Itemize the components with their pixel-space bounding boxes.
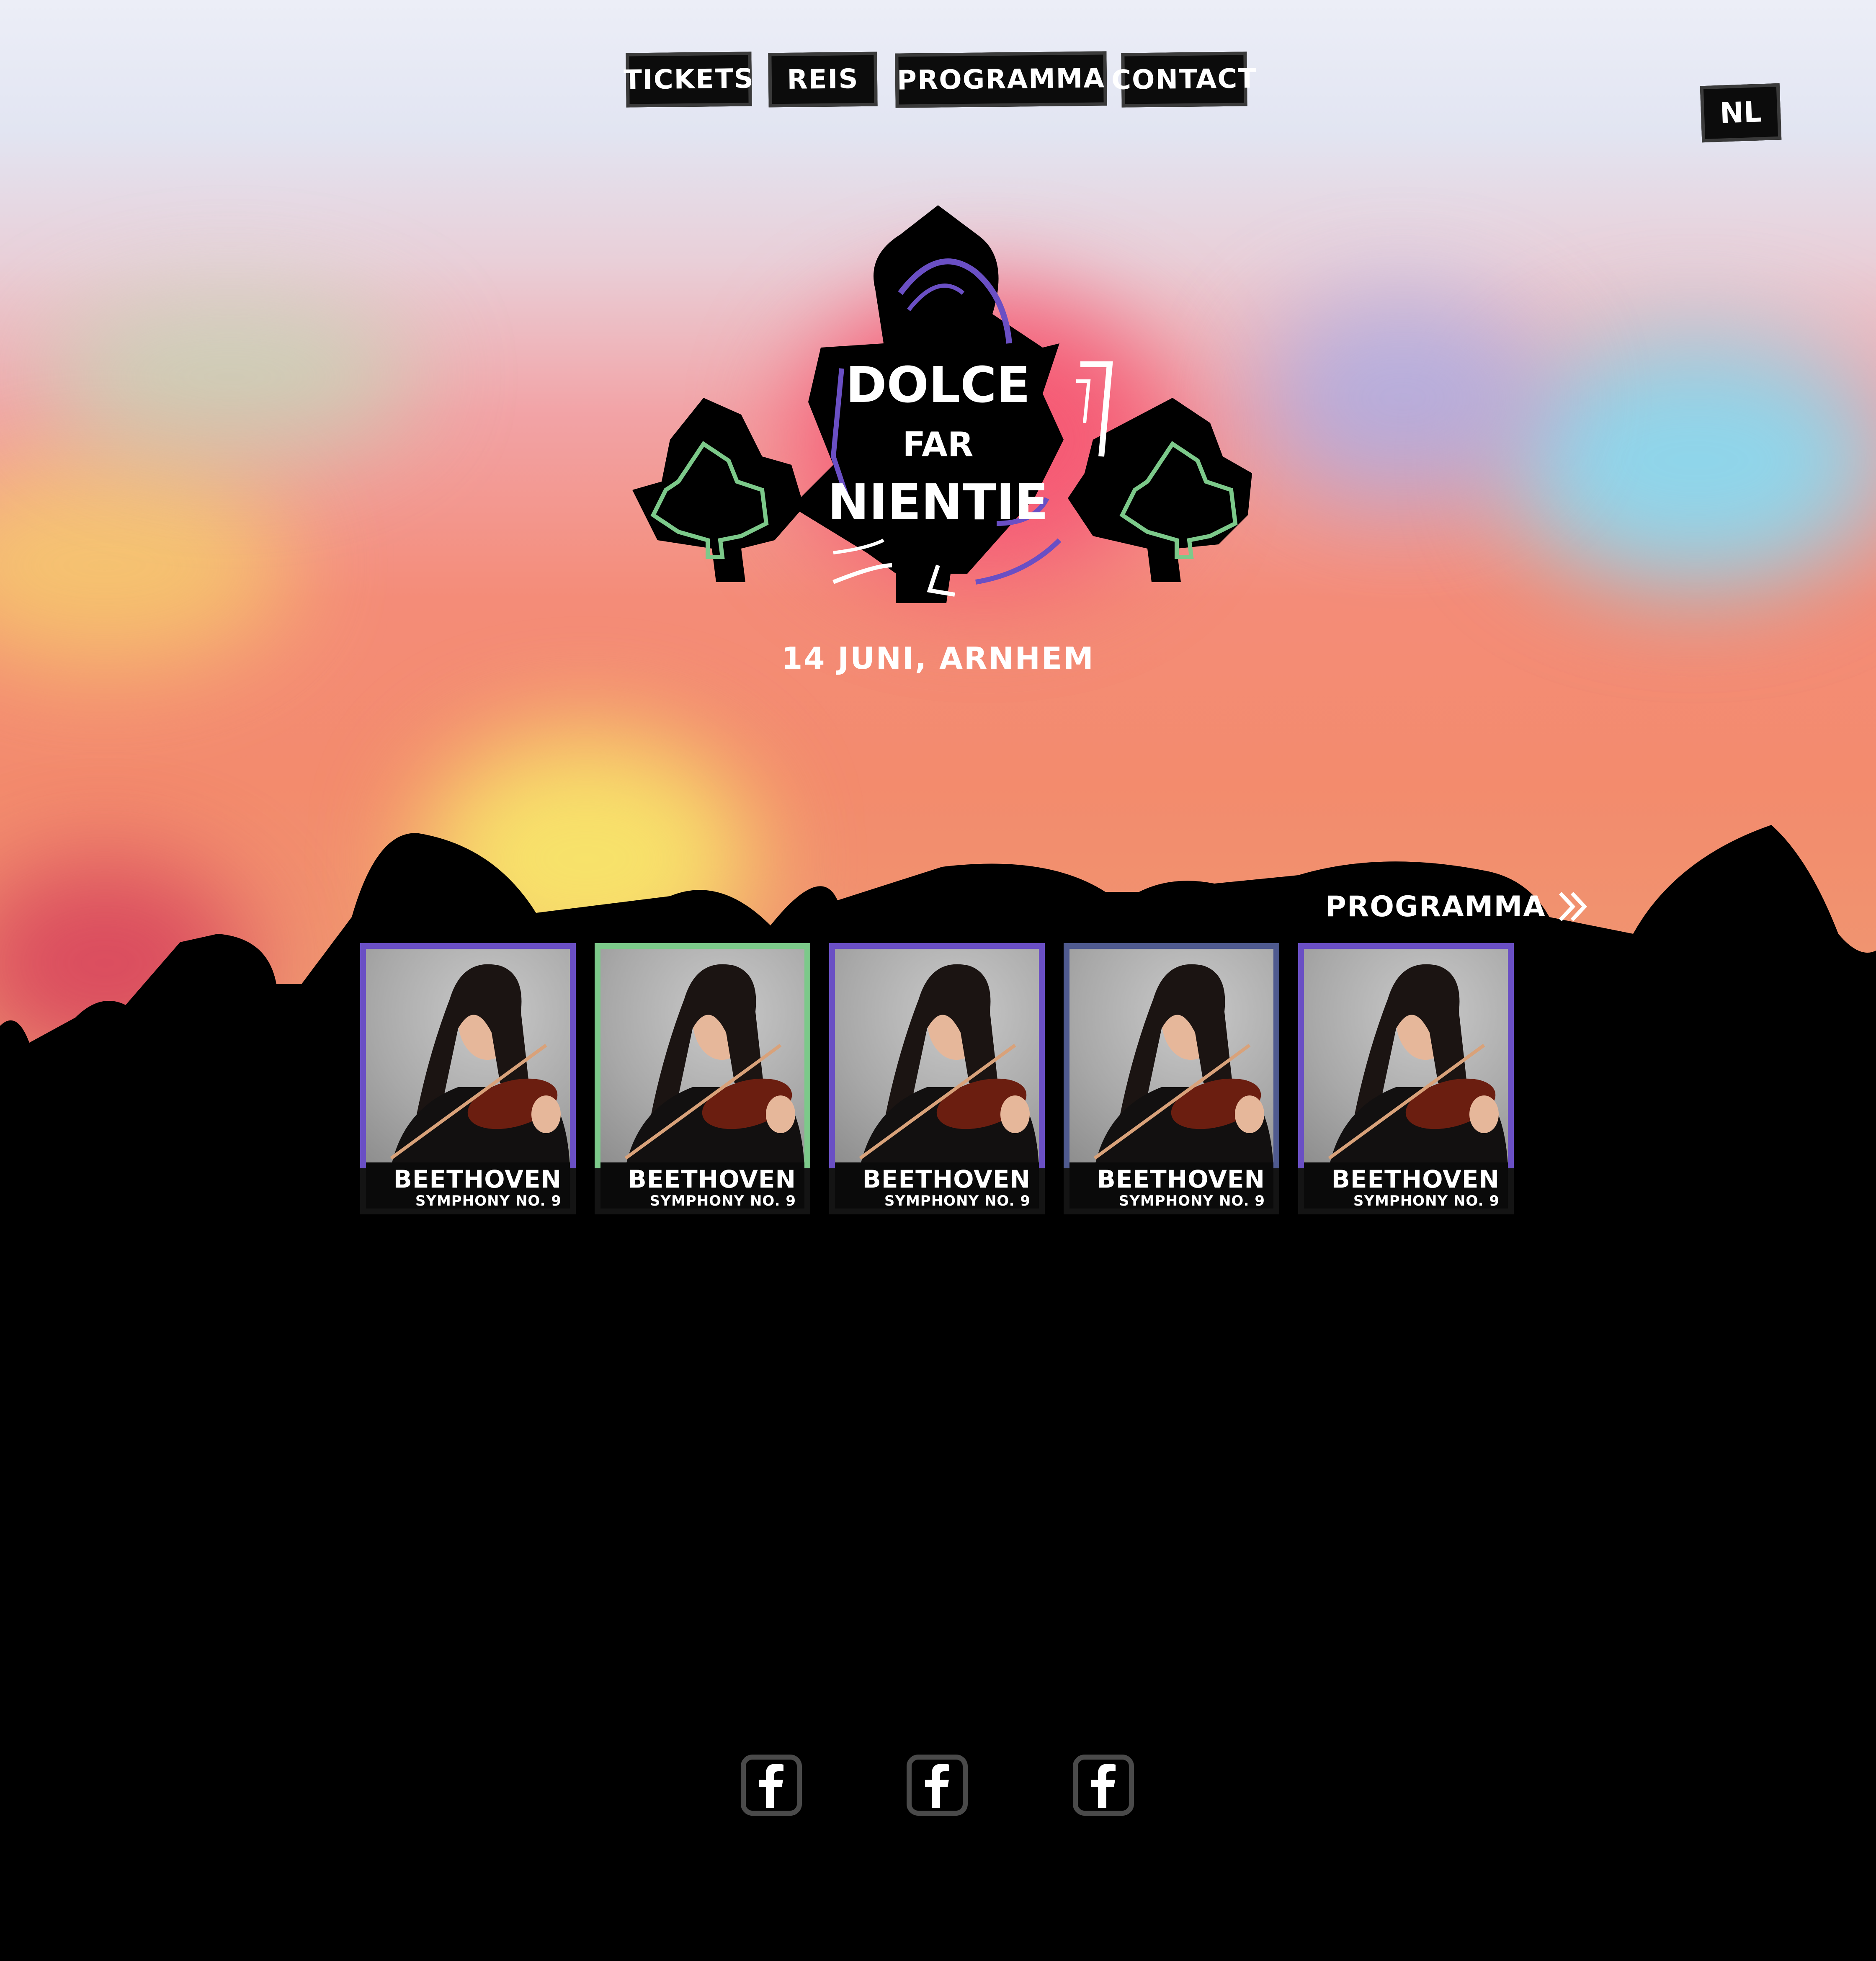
programma-link[interactable]: PROGRAMMA bbox=[1325, 884, 1590, 930]
festival-logo: DOLCE FAR NIENTIE bbox=[607, 205, 1269, 641]
program-card[interactable]: BEETHOVEN SYMPHONY NO. 9 bbox=[1064, 943, 1279, 1214]
card-title: BEETHOVEN bbox=[862, 1165, 1031, 1193]
violinist-photo bbox=[835, 949, 1039, 1162]
bg-blob bbox=[1256, 293, 1549, 502]
card-title: BEETHOVEN bbox=[393, 1165, 562, 1193]
main-nav: TICKETS REIS PROGRAMMA CONTACT bbox=[0, 51, 1876, 109]
logo-text-line2: FAR bbox=[902, 425, 974, 464]
nav-reis-button[interactable]: REIS bbox=[768, 52, 878, 108]
program-card[interactable]: BEETHOVEN SYMPHONY NO. 9 bbox=[360, 943, 576, 1214]
card-title: BEETHOVEN bbox=[628, 1165, 796, 1193]
bg-blob bbox=[1508, 335, 1876, 586]
nav-tickets-button[interactable]: TICKETS bbox=[624, 52, 754, 108]
facebook-icon bbox=[907, 1755, 968, 1816]
program-card[interactable]: BEETHOVEN SYMPHONY NO. 9 bbox=[829, 943, 1045, 1214]
card-subtitle: SYMPHONY NO. 9 bbox=[415, 1193, 562, 1209]
nav-programma-button[interactable]: PROGRAMMA bbox=[895, 51, 1107, 108]
card-subtitle: SYMPHONY NO. 9 bbox=[1118, 1193, 1265, 1209]
facebook-link-3[interactable] bbox=[1072, 1754, 1135, 1817]
facebook-link-1[interactable] bbox=[740, 1754, 803, 1817]
violinist-photo bbox=[600, 949, 804, 1162]
card-subtitle: SYMPHONY NO. 9 bbox=[1353, 1193, 1500, 1209]
card-subtitle: SYMPHONY NO. 9 bbox=[649, 1193, 796, 1209]
double-chevron-right-icon bbox=[1559, 892, 1587, 922]
card-title: BEETHOVEN bbox=[1331, 1165, 1500, 1193]
facebook-link-2[interactable] bbox=[906, 1754, 969, 1817]
logo-text-line3: NIENTIE bbox=[827, 473, 1049, 531]
facebook-icon bbox=[1073, 1755, 1134, 1816]
violinist-photo bbox=[366, 949, 570, 1162]
program-card[interactable]: BEETHOVEN SYMPHONY NO. 9 bbox=[595, 943, 810, 1214]
leaf-logo-icon bbox=[632, 205, 1252, 603]
violinist-photo bbox=[1304, 949, 1508, 1162]
event-date-location: 14 JUNI, ARNHEM bbox=[781, 641, 1095, 676]
facebook-icon bbox=[741, 1755, 802, 1816]
card-subtitle: SYMPHONY NO. 9 bbox=[884, 1193, 1031, 1209]
card-title: BEETHOVEN bbox=[1097, 1165, 1265, 1193]
nav-contact-button[interactable]: CONTACT bbox=[1111, 52, 1257, 108]
programma-link-label: PROGRAMMA bbox=[1325, 890, 1546, 923]
bg-blob bbox=[42, 293, 419, 461]
language-switch-button[interactable]: NL bbox=[1700, 83, 1782, 143]
violinist-photo bbox=[1069, 949, 1273, 1162]
program-card[interactable]: BEETHOVEN SYMPHONY NO. 9 bbox=[1298, 943, 1514, 1214]
bg-blob bbox=[0, 461, 293, 670]
logo-text-line1: DOLCE bbox=[845, 356, 1031, 414]
